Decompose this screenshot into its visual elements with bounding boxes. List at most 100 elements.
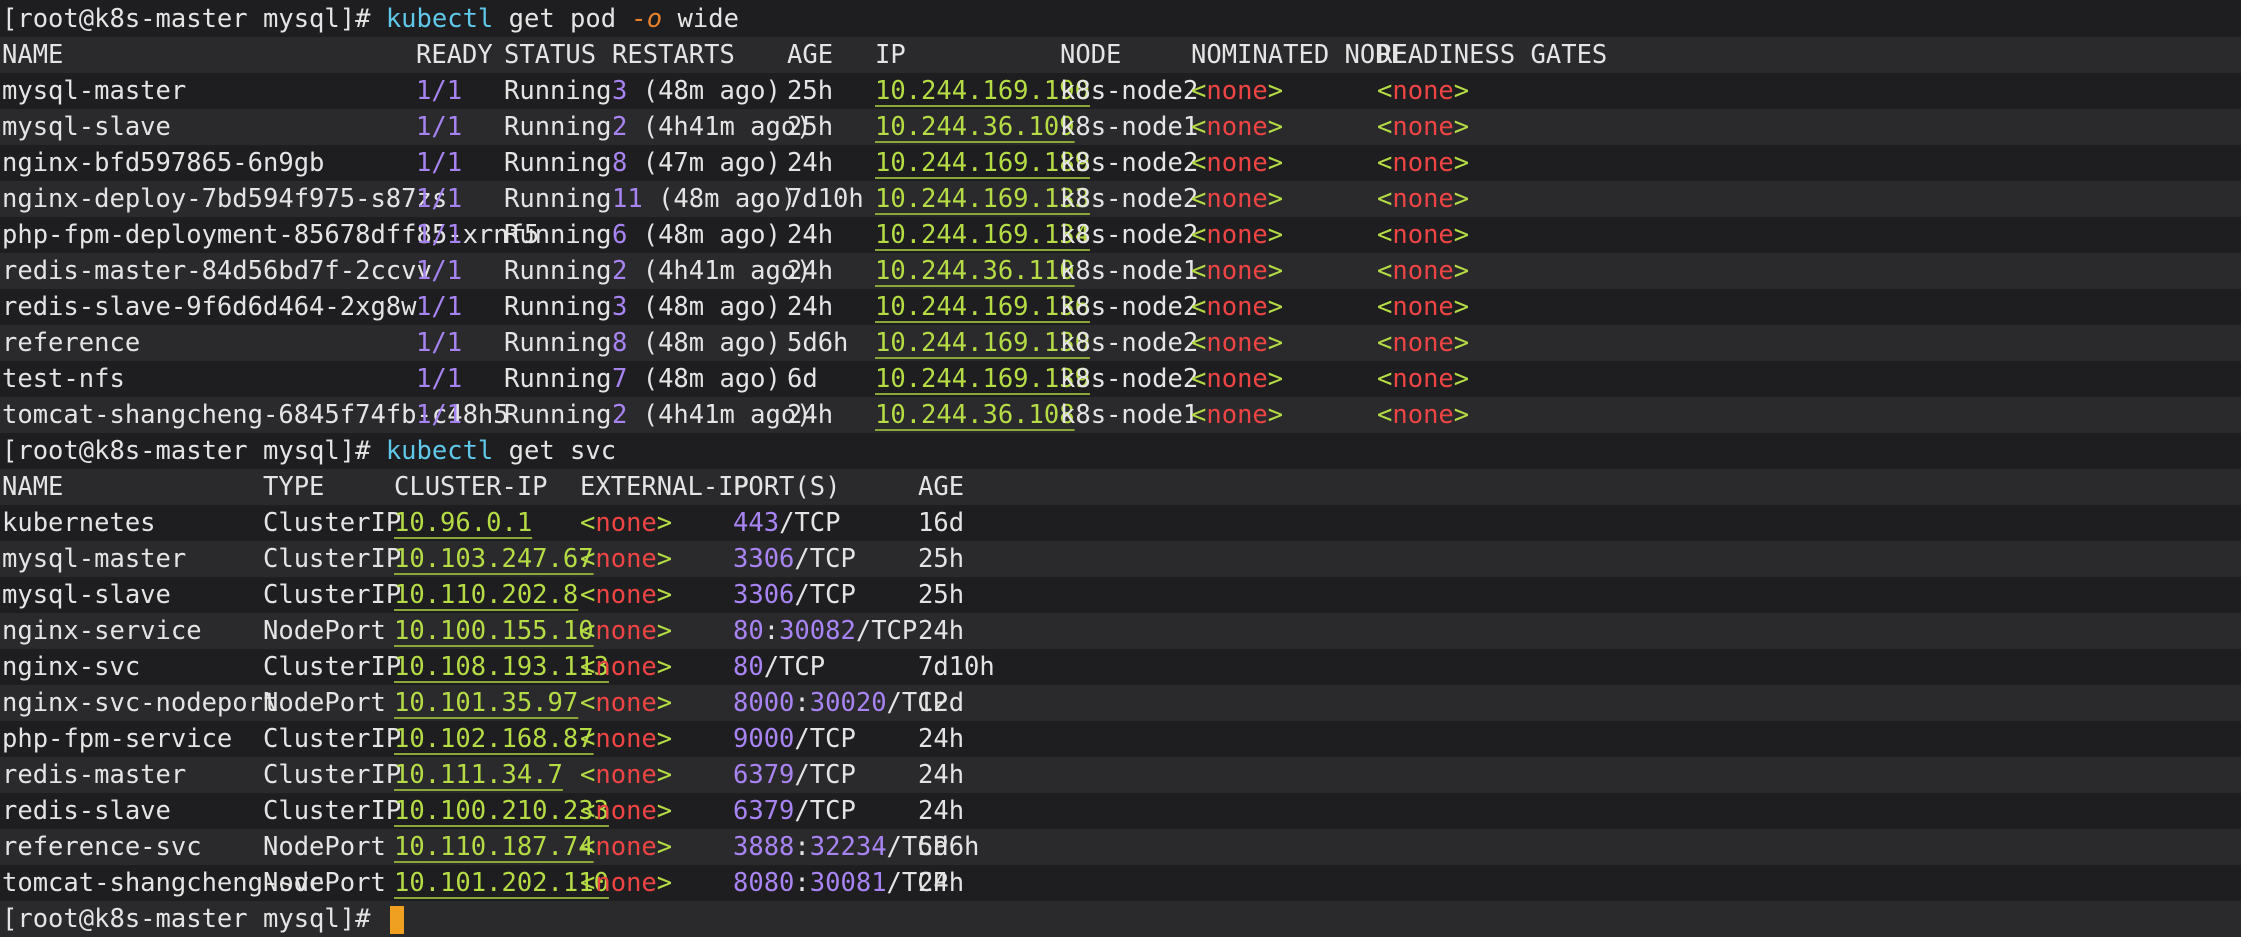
pod-row: nginx-deploy-7bd594f975-s87zs 1/1 Running 1… bbox=[0, 181, 2241, 217]
svc-external-ip: <none> bbox=[580, 865, 672, 901]
pod-readiness-gates: <none> bbox=[1377, 325, 1469, 361]
pod-age: 24h bbox=[787, 256, 834, 286]
port-protocol: /TCP bbox=[794, 544, 856, 574]
pod-row: tomcat-shangcheng-6845f74fb-c48h5 1/1 Runn… bbox=[0, 397, 2241, 433]
gt-char: > bbox=[656, 724, 673, 754]
pod-age: 25h bbox=[787, 112, 834, 142]
pod-ip: 10.244.169.133 bbox=[875, 184, 1090, 214]
none-value: none bbox=[1392, 400, 1454, 430]
pod-ip: 10.244.169.190 bbox=[875, 76, 1090, 106]
pod-node: k8s-node1 bbox=[1060, 256, 1199, 286]
cursor[interactable] bbox=[389, 906, 404, 934]
none-value: none bbox=[1392, 112, 1454, 142]
pod-readiness-gates: <none> bbox=[1377, 73, 1469, 109]
shell-prompt: [root@k8s-master mysql]# bbox=[2, 4, 386, 34]
port-number: 443 bbox=[733, 508, 780, 538]
terminal-window[interactable]: [root@k8s-master mysql]# kubectl get pod… bbox=[0, 0, 2241, 937]
pod-restarts: 3 (48m ago) bbox=[612, 73, 781, 109]
pod-node: k8s-node2 bbox=[1060, 76, 1199, 106]
gt-char: > bbox=[1267, 76, 1284, 106]
pod-node: k8s-node1 bbox=[1060, 400, 1199, 430]
lt-char: < bbox=[1191, 184, 1207, 214]
port-number: 3306 bbox=[733, 544, 795, 574]
svc-age: 24h bbox=[918, 868, 965, 898]
pod-nominated-node: <none> bbox=[1191, 325, 1283, 361]
pod-status: Running bbox=[504, 292, 612, 322]
pod-restarts: 7 (48m ago) bbox=[612, 361, 781, 397]
pod-restarts: 8 (48m ago) bbox=[612, 325, 781, 361]
restart-ago: (48m ago) bbox=[642, 292, 781, 322]
gt-char: > bbox=[1267, 184, 1284, 214]
restart-count: 6 bbox=[612, 220, 628, 250]
pod-readiness-gates: <none> bbox=[1377, 145, 1469, 181]
pods-col-header: IP bbox=[875, 40, 906, 70]
svc-row: nginx-svc-nodeport NodePort 10.101.35.97 <n… bbox=[0, 685, 2241, 721]
svc-age: 7d10h bbox=[918, 652, 995, 682]
svc-age: 12d bbox=[918, 688, 965, 718]
pod-ip: 10.244.169.189 bbox=[875, 148, 1090, 178]
pod-name: nginx-deploy-7bd594f975-s87zs bbox=[2, 184, 448, 214]
pod-restarts: 2 (4h41m ago) bbox=[612, 397, 812, 433]
pod-restarts: 6 (48m ago) bbox=[612, 217, 781, 253]
none-value: none bbox=[595, 544, 657, 574]
lt-char: < bbox=[1377, 76, 1393, 106]
gt-char: > bbox=[1453, 112, 1470, 142]
port-number: 80 bbox=[733, 616, 764, 646]
command-args: wide bbox=[662, 4, 739, 34]
gt-char: > bbox=[1267, 292, 1284, 322]
gt-char: > bbox=[1453, 148, 1470, 178]
gt-char: > bbox=[656, 508, 673, 538]
svc-cluster-ip: 10.110.202.8 bbox=[394, 580, 579, 610]
svc-row: php-fpm-service ClusterIP 10.102.168.87 <no… bbox=[0, 721, 2241, 757]
svc-external-ip: <none> bbox=[580, 793, 672, 829]
svc-cluster-ip: 10.101.202.110 bbox=[394, 868, 609, 898]
svc-cluster-ip: 10.100.210.233 bbox=[394, 796, 609, 826]
svc-external-ip: <none> bbox=[580, 757, 672, 793]
pod-age: 24h bbox=[787, 148, 834, 178]
none-value: none bbox=[1392, 256, 1454, 286]
pod-ready: 1/1 bbox=[416, 76, 463, 106]
svc-ports: 6379/TCP bbox=[733, 757, 856, 793]
svc-cluster-ip: 10.103.247.67 bbox=[394, 544, 594, 574]
svc-type: NodePort bbox=[263, 868, 386, 898]
none-value: none bbox=[595, 832, 657, 862]
lt-char: < bbox=[580, 832, 596, 862]
svc-name: kubernetes bbox=[2, 508, 156, 538]
lt-char: < bbox=[580, 544, 596, 574]
lt-char: < bbox=[1377, 400, 1393, 430]
svc-ports: 3306/TCP bbox=[733, 541, 856, 577]
port-protocol: /TCP bbox=[794, 580, 856, 610]
pod-nominated-node: <none> bbox=[1191, 289, 1283, 325]
svc-col-header: PORT(S) bbox=[733, 472, 841, 502]
pod-age: 6d bbox=[787, 364, 818, 394]
svc-row: redis-master ClusterIP 10.111.34.7 <none> 63… bbox=[0, 757, 2241, 793]
node-port: 30081 bbox=[809, 868, 887, 898]
gt-char: > bbox=[656, 796, 673, 826]
lt-char: < bbox=[580, 796, 596, 826]
svc-name: nginx-svc bbox=[2, 652, 141, 682]
svc-age: 16d bbox=[918, 508, 965, 538]
pod-readiness-gates: <none> bbox=[1377, 109, 1469, 145]
pod-nominated-node: <none> bbox=[1191, 73, 1283, 109]
gt-char: > bbox=[1267, 400, 1284, 430]
pods-col-header: READINESS GATES bbox=[1377, 40, 1608, 70]
port-number: 6379 bbox=[733, 760, 795, 790]
gt-char: > bbox=[656, 760, 673, 790]
colon: : bbox=[794, 688, 810, 718]
none-value: none bbox=[595, 688, 657, 718]
port-number: 8000 bbox=[733, 688, 795, 718]
svc-ports: 8000:30020/TCP bbox=[733, 685, 948, 721]
gt-char: > bbox=[656, 832, 673, 862]
svc-external-ip: <none> bbox=[580, 541, 672, 577]
shell-prompt: [root@k8s-master mysql]# bbox=[2, 436, 386, 466]
pod-age: 7d10h bbox=[787, 184, 864, 214]
lt-char: < bbox=[1377, 148, 1393, 178]
pod-ip: 10.244.169.139 bbox=[875, 364, 1090, 394]
svc-external-ip: <none> bbox=[580, 649, 672, 685]
pods-col-header: STATUS bbox=[504, 40, 597, 70]
pod-restarts: 8 (47m ago) bbox=[612, 145, 781, 181]
svc-type: ClusterIP bbox=[263, 796, 402, 826]
